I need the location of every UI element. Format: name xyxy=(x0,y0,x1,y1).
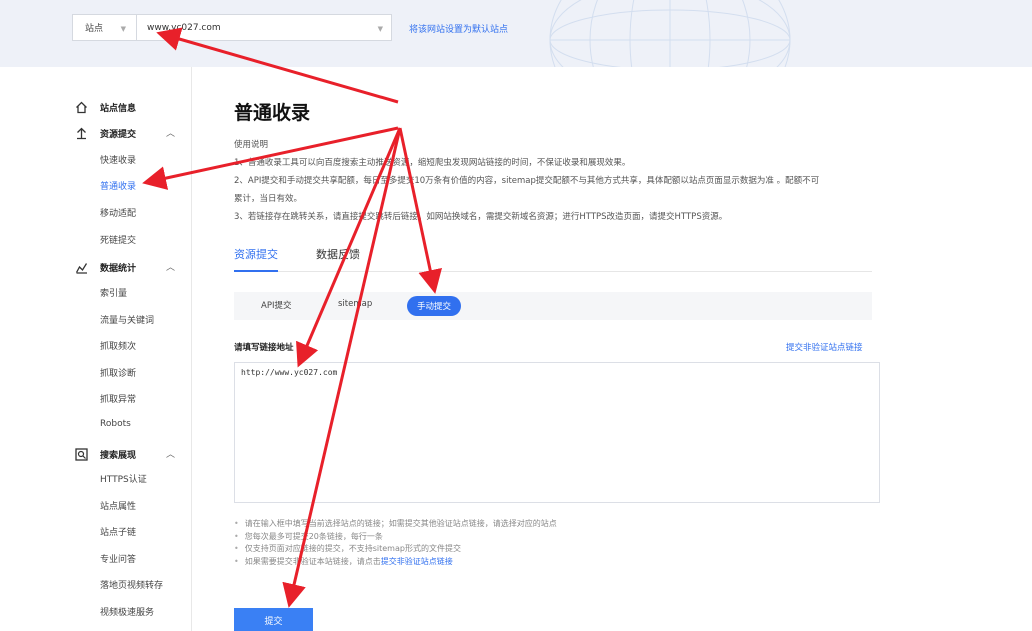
usage-instructions: 使用说明 1、普通收录工具可以向百度搜索主动推送资源，缩短爬虫发现网站链接的时间… xyxy=(234,136,874,226)
sidebar-item-crawl-errors[interactable]: 抓取异常 xyxy=(100,392,136,405)
url-textarea[interactable]: http://www.yc027.com xyxy=(234,362,880,503)
chevron-down-icon: ▼ xyxy=(120,25,126,33)
site-selector[interactable]: 站点 ▼ www.yc027.com ▼ xyxy=(72,14,392,41)
usage-line: 3、若链接存在跳转关系，请直接提交跳转后链接。如网站换域名，需提交新域名资源；进… xyxy=(234,212,728,222)
sidebar-group-site-info[interactable]: 站点信息 xyxy=(74,100,136,114)
sidebar-item-quick-index[interactable]: 快速收录 xyxy=(100,153,136,166)
sidebar-item-video-speed[interactable]: 视频极速服务 xyxy=(100,605,154,618)
sidebar-item-site-sublinks[interactable]: 站点子链 xyxy=(100,525,136,538)
note-item: 请在输入框中填写当前选择站点的链接；如需提交其他验证站点链接，请选择对应的站点 xyxy=(234,518,874,531)
sidebar-item-expert-qa[interactable]: 专业问答 xyxy=(100,552,136,565)
sidebar-group-label: 数据统计 xyxy=(100,263,137,274)
sidebar: 站点信息 资源提交 ︿ 快速收录 普通收录 移动适配 死链提交 数据统计 ︿ 索… xyxy=(0,67,192,631)
url-field-label: 请填写链接地址 xyxy=(234,343,294,353)
sidebar-item-crawl-diagnosis[interactable]: 抓取诊断 xyxy=(100,366,136,379)
sidebar-item-https-auth[interactable]: HTTPS认证 xyxy=(100,472,147,485)
sidebar-item-crawl-frequency[interactable]: 抓取频次 xyxy=(100,339,136,352)
chevron-up-icon[interactable]: ︿ xyxy=(166,447,175,460)
sidebar-item-landing-video[interactable]: 落地页视频转存 xyxy=(100,578,163,591)
top-band: 站点 ▼ www.yc027.com ▼ 将该网站设置为默认站点 xyxy=(0,0,1032,67)
usage-line: 2、API提交和手动提交共享配额，每日至多提交10万条有价值的内容，sitema… xyxy=(234,176,820,186)
note-item: 仅支持页面对应链接的提交，不支持sitemap形式的文件提交 xyxy=(234,543,874,556)
globe-decoration-icon xyxy=(549,0,791,67)
submit-nonverified-link[interactable]: 提交非验证站点链接 xyxy=(786,341,863,353)
home-icon xyxy=(74,100,88,114)
sidebar-item-normal-index[interactable]: 普通收录 xyxy=(100,179,136,192)
page-title: 普通收录 xyxy=(234,102,311,124)
tab-resource-submit[interactable]: 资源提交 xyxy=(234,246,278,272)
sidebar-item-robots[interactable]: Robots xyxy=(100,419,131,429)
site-type-dropdown[interactable]: 站点 ▼ xyxy=(73,15,137,40)
usage-line: 1、普通收录工具可以向百度搜索主动推送资源，缩短爬虫发现网站链接的时间，不保证收… xyxy=(234,158,631,168)
chevron-up-icon[interactable]: ︿ xyxy=(166,260,175,273)
subtab-manual-submit[interactable]: 手动提交 xyxy=(407,296,462,316)
usage-line: 累计，当日有效。 xyxy=(234,194,303,204)
sidebar-item-index-count[interactable]: 索引量 xyxy=(100,286,127,299)
sidebar-group-label: 站点信息 xyxy=(100,103,137,114)
main-tabs: 资源提交 数据反馈 xyxy=(234,246,872,272)
note-item: 您每次最多可提交20条链接，每行一条 xyxy=(234,531,874,544)
sidebar-group-label: 资源提交 xyxy=(100,129,137,140)
sidebar-item-traffic-keywords[interactable]: 流量与关键词 xyxy=(100,313,154,326)
submit-icon xyxy=(74,126,88,140)
note-item: 如果需要提交非验证本站链接，请点击提交非验证站点链接 xyxy=(234,556,874,569)
sidebar-group-search-display[interactable]: 搜索展现 xyxy=(74,447,136,461)
sidebar-group-label: 搜索展现 xyxy=(100,450,137,461)
sidebar-item-site-attributes[interactable]: 站点属性 xyxy=(100,499,136,512)
submit-button[interactable]: 提交 xyxy=(234,608,313,631)
search-display-icon xyxy=(74,447,88,461)
sidebar-group-data-stats[interactable]: 数据统计 xyxy=(74,260,136,274)
usage-heading: 使用说明 xyxy=(234,140,269,150)
note-text: 如果需要提交非验证本站链接，请点击 xyxy=(244,556,381,566)
tab-data-feedback[interactable]: 数据反馈 xyxy=(316,246,360,270)
sidebar-item-dead-link[interactable]: 死链提交 xyxy=(100,233,136,246)
chevron-down-icon: ▼ xyxy=(377,25,383,33)
sidebar-group-resource-submit[interactable]: 资源提交 xyxy=(74,126,136,140)
note-nonverified-link[interactable]: 提交非验证站点链接 xyxy=(381,557,453,566)
set-default-site-link[interactable]: 将该网站设置为默认站点 xyxy=(409,22,508,35)
site-url-value: www.yc027.com xyxy=(147,22,221,33)
site-type-label: 站点 xyxy=(85,24,104,34)
chevron-up-icon[interactable]: ︿ xyxy=(166,126,175,139)
sidebar-item-mobile-adapt[interactable]: 移动适配 xyxy=(100,206,136,219)
subtab-api-submit[interactable]: API提交 xyxy=(261,299,291,311)
subtab-sitemap[interactable]: sitemap xyxy=(338,299,372,309)
chart-icon xyxy=(74,260,88,274)
notes-list: 请在输入框中填写当前选择站点的链接；如需提交其他验证站点链接，请选择对应的站点 … xyxy=(234,518,874,568)
site-url-dropdown[interactable]: www.yc027.com ▼ xyxy=(137,15,391,40)
submit-method-tabs: API提交 sitemap 手动提交 xyxy=(234,292,872,320)
